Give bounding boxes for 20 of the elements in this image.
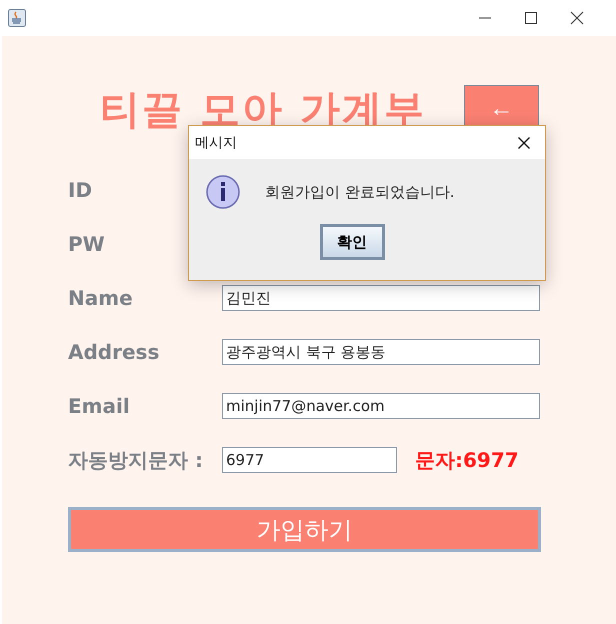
input-field[interactable]: 김민진 <box>222 285 540 311</box>
java-cup-icon <box>8 9 26 27</box>
close-icon[interactable] <box>517 136 531 150</box>
input-field[interactable]: 6977 <box>222 447 397 473</box>
field-label: ID <box>68 178 94 202</box>
dialog-message: 회원가입이 완료되었습니다. <box>265 182 455 202</box>
input-field[interactable]: minjin77@naver.com <box>222 393 540 419</box>
app-title: 티끌 모아 가계부 <box>100 86 426 134</box>
info-icon <box>205 174 241 210</box>
maximize-icon[interactable] <box>524 11 538 25</box>
field-label: 자동방지문자 : <box>68 446 204 474</box>
dialog-title: 메시지 <box>195 134 237 152</box>
ok-button[interactable]: 확인 <box>320 224 384 260</box>
field-label: Address <box>68 340 160 364</box>
captcha-text: 문자:6977 <box>415 446 519 474</box>
field-label: PW <box>68 232 106 256</box>
close-icon[interactable] <box>570 11 584 25</box>
field-label: Name <box>68 286 134 310</box>
input-field[interactable]: 광주광역시 북구 용봉동 <box>222 339 540 365</box>
field-label: Email <box>68 394 131 418</box>
